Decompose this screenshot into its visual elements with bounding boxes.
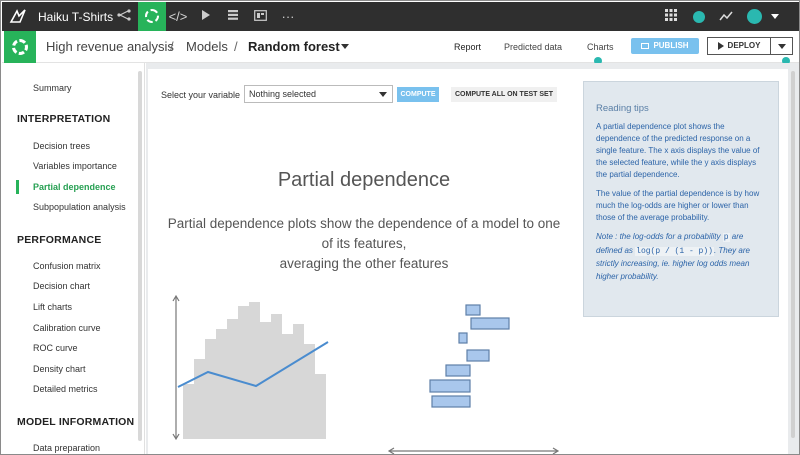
main-scrollbar[interactable] — [791, 71, 795, 438]
chevron-down-icon — [379, 92, 387, 97]
deploy-dropdown-button[interactable] — [771, 37, 793, 55]
project-name[interactable]: Haiku T-Shirts — [38, 10, 113, 24]
axis-illustration — [172, 294, 180, 441]
run-icon[interactable] — [194, 2, 218, 31]
user-avatar-icon[interactable] — [747, 9, 762, 24]
partial-dependence-illustration — [172, 294, 560, 454]
sidebar-scrollbar[interactable] — [138, 71, 142, 441]
reading-tips-title: Reading tips — [596, 103, 649, 114]
description-line: of its features, — [321, 236, 407, 251]
reading-tips-paragraph: The value of the partial dependence is b… — [596, 189, 760, 222]
sidebar-item-decision-chart[interactable]: Decision chart — [33, 281, 90, 291]
apps-grid-icon[interactable] — [659, 2, 683, 31]
sidebar-item-detailed-metrics[interactable]: Detailed metrics — [33, 384, 98, 394]
dashboard-icon[interactable] — [248, 2, 272, 31]
tab-report[interactable]: Report — [454, 42, 481, 52]
breadcrumb-separator: / — [234, 39, 238, 54]
reading-tips-panel: Reading tips A partial dependence plot s… — [583, 81, 779, 317]
help-icon[interactable] — [693, 11, 705, 23]
page-description: Partial dependence plots show the depend… — [154, 214, 574, 274]
flow-icon[interactable] — [112, 2, 136, 31]
axis-illustration — [387, 447, 560, 454]
deploy-label: DEPLOY — [727, 41, 761, 50]
sidebar-heading-interpretation: INTERPRETATION — [17, 113, 111, 125]
tab-predicted-data[interactable]: Predicted data — [504, 42, 562, 52]
sidebar-item-confusion-matrix[interactable]: Confusion matrix — [33, 261, 101, 271]
bars-illustration — [429, 304, 510, 408]
sidebar-heading-model-information: MODEL INFORMATION — [17, 416, 135, 428]
sidebar-item-roc-curve[interactable]: ROC curve — [33, 343, 78, 353]
breadcrumb-models[interactable]: Models — [186, 39, 228, 54]
page-title: Partial dependence — [277, 169, 451, 191]
sidebar-heading-performance: PERFORMANCE — [17, 234, 102, 246]
datasets-icon[interactable] — [221, 2, 245, 31]
chevron-down-icon — [778, 44, 786, 49]
note-code: p — [722, 233, 730, 242]
model-switch-caret-icon[interactable] — [341, 44, 349, 49]
variable-select-value: Nothing selected — [249, 89, 317, 99]
publish-button[interactable]: PUBLISH — [631, 38, 699, 54]
activity-icon[interactable] — [714, 2, 738, 31]
tab-charts[interactable]: Charts — [587, 42, 614, 52]
note-text: Note : the log-odds for a probability — [596, 232, 723, 241]
sidebar-active-indicator — [16, 180, 19, 194]
compute-all-button[interactable]: COMPUTE ALL ON TEST SET — [451, 87, 557, 102]
top-navigation-bar: Haiku T-Shirts </> ··· — [2, 2, 799, 31]
sidebar-item-density-chart[interactable]: Density chart — [33, 364, 86, 374]
sidebar-item-variables-importance[interactable]: Variables importance — [33, 161, 117, 171]
sidebar-item-subpopulation-analysis[interactable]: Subpopulation analysis — [33, 202, 126, 212]
report-card: Select your variable Nothing selected CO… — [148, 69, 788, 454]
histogram-illustration — [183, 302, 326, 439]
note-code: log(p / (1 - p)) — [635, 246, 714, 256]
sidebar-item-calibration-curve[interactable]: Calibration curve — [33, 323, 101, 333]
code-icon[interactable]: </> — [166, 2, 190, 31]
main-content: Select your variable Nothing selected CO… — [146, 63, 799, 454]
compute-button[interactable]: COMPUTE — [397, 87, 439, 102]
sidebar-item-summary[interactable]: Summary — [33, 83, 72, 93]
analysis-logo-icon — [4, 31, 36, 63]
bird-logo-icon[interactable] — [8, 8, 28, 26]
breadcrumb-separator: / — [170, 39, 174, 54]
variable-select[interactable]: Nothing selected — [244, 85, 393, 103]
reading-tips-note: Note : the log-odds for a probability p … — [596, 231, 768, 283]
deploy-button[interactable]: DEPLOY — [707, 37, 771, 55]
description-line: averaging the other features — [279, 256, 449, 271]
play-icon — [717, 41, 724, 50]
sidebar: Summary INTERPRETATION Decision trees Va… — [2, 63, 145, 454]
reading-tips-paragraph: A partial dependence plot shows the depe… — [596, 122, 760, 179]
publish-icon — [641, 42, 650, 49]
user-menu-caret-icon[interactable] — [771, 14, 779, 19]
variable-label: Select your variable — [161, 90, 241, 100]
publish-label: PUBLISH — [653, 41, 689, 50]
sidebar-item-data-preparation[interactable]: Data preparation — [33, 443, 100, 453]
breadcrumb-current-model[interactable]: Random forest — [248, 39, 340, 54]
sidebar-item-lift-charts[interactable]: Lift charts — [33, 302, 72, 312]
breadcrumb-analysis[interactable]: High revenue analysis — [46, 39, 174, 54]
ml-icon[interactable] — [138, 2, 166, 31]
more-icon[interactable]: ··· — [276, 2, 300, 31]
app-window: Haiku T-Shirts </> ··· High revenue anal… — [0, 0, 800, 455]
sidebar-item-partial-dependence[interactable]: Partial dependence — [33, 182, 116, 192]
sidebar-item-decision-trees[interactable]: Decision trees — [33, 141, 90, 151]
description-line: Partial dependence plots show the depend… — [167, 216, 561, 231]
